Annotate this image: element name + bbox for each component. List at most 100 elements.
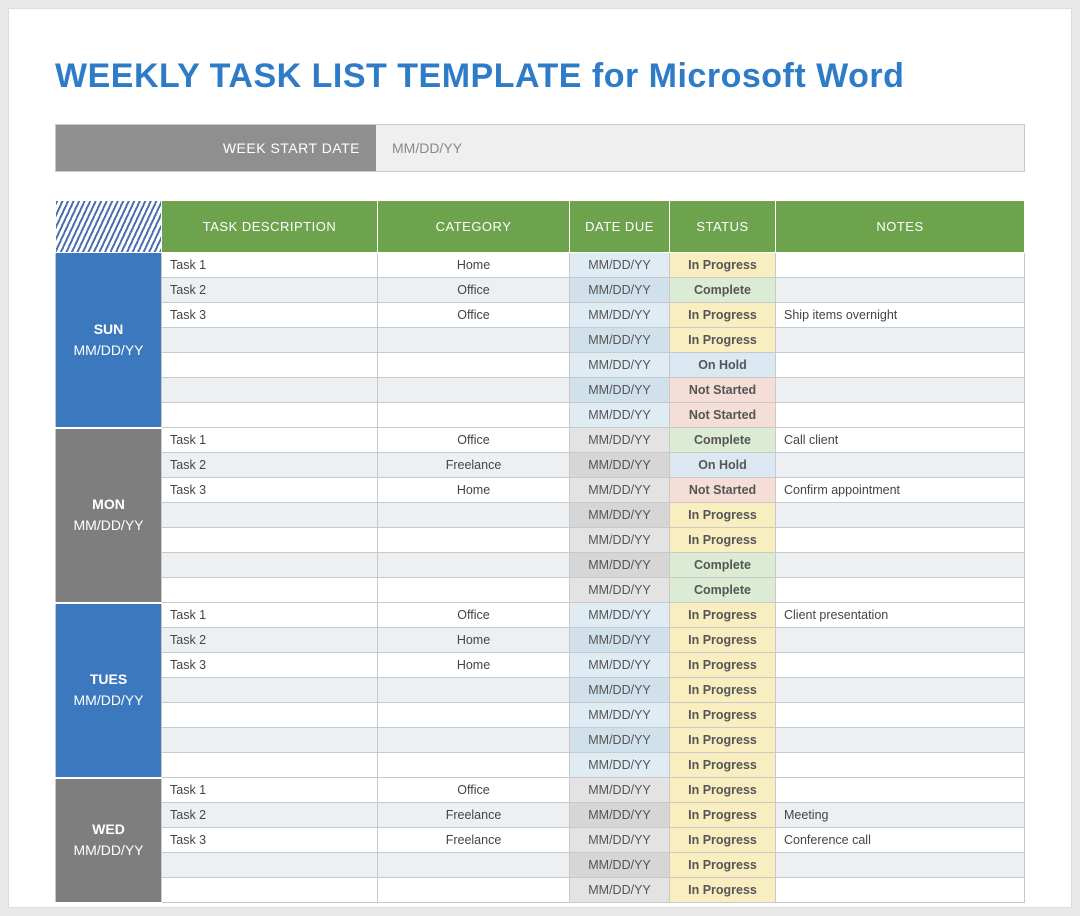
task-cell[interactable]: Task 3 bbox=[162, 478, 378, 503]
status-cell[interactable]: In Progress bbox=[670, 853, 776, 878]
task-cell[interactable] bbox=[162, 528, 378, 553]
date-cell[interactable]: MM/DD/YY bbox=[570, 353, 670, 378]
status-cell[interactable]: Complete bbox=[670, 428, 776, 453]
category-cell[interactable]: Home bbox=[378, 253, 570, 278]
notes-cell[interactable] bbox=[776, 753, 1025, 778]
category-cell[interactable]: Home bbox=[378, 653, 570, 678]
status-cell[interactable]: In Progress bbox=[670, 803, 776, 828]
category-cell[interactable] bbox=[378, 703, 570, 728]
task-cell[interactable]: Task 3 bbox=[162, 303, 378, 328]
status-cell[interactable]: In Progress bbox=[670, 703, 776, 728]
notes-cell[interactable]: Meeting bbox=[776, 803, 1025, 828]
status-cell[interactable]: In Progress bbox=[670, 253, 776, 278]
task-cell[interactable]: Task 1 bbox=[162, 778, 378, 803]
category-cell[interactable] bbox=[378, 503, 570, 528]
status-cell[interactable]: In Progress bbox=[670, 678, 776, 703]
notes-cell[interactable]: Ship items overnight bbox=[776, 303, 1025, 328]
notes-cell[interactable] bbox=[776, 503, 1025, 528]
category-cell[interactable]: Office bbox=[378, 778, 570, 803]
status-cell[interactable]: In Progress bbox=[670, 878, 776, 903]
task-cell[interactable] bbox=[162, 378, 378, 403]
date-cell[interactable]: MM/DD/YY bbox=[570, 678, 670, 703]
notes-cell[interactable] bbox=[776, 578, 1025, 603]
status-cell[interactable]: In Progress bbox=[670, 828, 776, 853]
notes-cell[interactable] bbox=[776, 328, 1025, 353]
task-cell[interactable]: Task 3 bbox=[162, 828, 378, 853]
task-cell[interactable] bbox=[162, 678, 378, 703]
date-cell[interactable]: MM/DD/YY bbox=[570, 503, 670, 528]
status-cell[interactable]: Not Started bbox=[670, 478, 776, 503]
notes-cell[interactable]: Call client bbox=[776, 428, 1025, 453]
notes-cell[interactable] bbox=[776, 778, 1025, 803]
date-cell[interactable]: MM/DD/YY bbox=[570, 528, 670, 553]
notes-cell[interactable] bbox=[776, 728, 1025, 753]
date-cell[interactable]: MM/DD/YY bbox=[570, 853, 670, 878]
status-cell[interactable]: Complete bbox=[670, 553, 776, 578]
task-cell[interactable]: Task 1 bbox=[162, 428, 378, 453]
notes-cell[interactable] bbox=[776, 878, 1025, 903]
date-cell[interactable]: MM/DD/YY bbox=[570, 878, 670, 903]
status-cell[interactable]: In Progress bbox=[670, 603, 776, 628]
task-cell[interactable]: Task 2 bbox=[162, 628, 378, 653]
category-cell[interactable] bbox=[378, 378, 570, 403]
category-cell[interactable]: Office bbox=[378, 278, 570, 303]
category-cell[interactable]: Office bbox=[378, 603, 570, 628]
task-cell[interactable] bbox=[162, 753, 378, 778]
date-cell[interactable]: MM/DD/YY bbox=[570, 403, 670, 428]
notes-cell[interactable]: Conference call bbox=[776, 828, 1025, 853]
date-cell[interactable]: MM/DD/YY bbox=[570, 553, 670, 578]
task-cell[interactable] bbox=[162, 878, 378, 903]
notes-cell[interactable]: Client presentation bbox=[776, 603, 1025, 628]
status-cell[interactable]: In Progress bbox=[670, 328, 776, 353]
date-cell[interactable]: MM/DD/YY bbox=[570, 603, 670, 628]
task-cell[interactable] bbox=[162, 503, 378, 528]
task-cell[interactable]: Task 1 bbox=[162, 253, 378, 278]
task-cell[interactable] bbox=[162, 328, 378, 353]
task-cell[interactable]: Task 2 bbox=[162, 278, 378, 303]
status-cell[interactable]: Complete bbox=[670, 278, 776, 303]
date-cell[interactable]: MM/DD/YY bbox=[570, 628, 670, 653]
task-cell[interactable]: Task 3 bbox=[162, 653, 378, 678]
status-cell[interactable]: In Progress bbox=[670, 303, 776, 328]
status-cell[interactable]: In Progress bbox=[670, 628, 776, 653]
notes-cell[interactable]: Confirm appointment bbox=[776, 478, 1025, 503]
task-cell[interactable]: Task 2 bbox=[162, 453, 378, 478]
date-cell[interactable]: MM/DD/YY bbox=[570, 828, 670, 853]
category-cell[interactable] bbox=[378, 678, 570, 703]
category-cell[interactable] bbox=[378, 353, 570, 378]
task-cell[interactable] bbox=[162, 853, 378, 878]
notes-cell[interactable] bbox=[776, 703, 1025, 728]
category-cell[interactable] bbox=[378, 578, 570, 603]
status-cell[interactable]: In Progress bbox=[670, 653, 776, 678]
notes-cell[interactable] bbox=[776, 453, 1025, 478]
category-cell[interactable] bbox=[378, 853, 570, 878]
notes-cell[interactable] bbox=[776, 278, 1025, 303]
status-cell[interactable]: In Progress bbox=[670, 778, 776, 803]
category-cell[interactable] bbox=[378, 553, 570, 578]
notes-cell[interactable] bbox=[776, 403, 1025, 428]
date-cell[interactable]: MM/DD/YY bbox=[570, 728, 670, 753]
date-cell[interactable]: MM/DD/YY bbox=[570, 478, 670, 503]
date-cell[interactable]: MM/DD/YY bbox=[570, 303, 670, 328]
date-cell[interactable]: MM/DD/YY bbox=[570, 653, 670, 678]
category-cell[interactable]: Office bbox=[378, 428, 570, 453]
status-cell[interactable]: On Hold bbox=[670, 353, 776, 378]
status-cell[interactable]: Not Started bbox=[670, 378, 776, 403]
task-cell[interactable] bbox=[162, 403, 378, 428]
task-cell[interactable] bbox=[162, 553, 378, 578]
category-cell[interactable] bbox=[378, 528, 570, 553]
notes-cell[interactable] bbox=[776, 353, 1025, 378]
category-cell[interactable]: Freelance bbox=[378, 828, 570, 853]
date-cell[interactable]: MM/DD/YY bbox=[570, 453, 670, 478]
notes-cell[interactable] bbox=[776, 378, 1025, 403]
date-cell[interactable]: MM/DD/YY bbox=[570, 578, 670, 603]
category-cell[interactable] bbox=[378, 728, 570, 753]
status-cell[interactable]: On Hold bbox=[670, 453, 776, 478]
notes-cell[interactable] bbox=[776, 678, 1025, 703]
status-cell[interactable]: Not Started bbox=[670, 403, 776, 428]
notes-cell[interactable] bbox=[776, 853, 1025, 878]
category-cell[interactable]: Freelance bbox=[378, 453, 570, 478]
task-cell[interactable] bbox=[162, 353, 378, 378]
date-cell[interactable]: MM/DD/YY bbox=[570, 703, 670, 728]
date-cell[interactable]: MM/DD/YY bbox=[570, 378, 670, 403]
